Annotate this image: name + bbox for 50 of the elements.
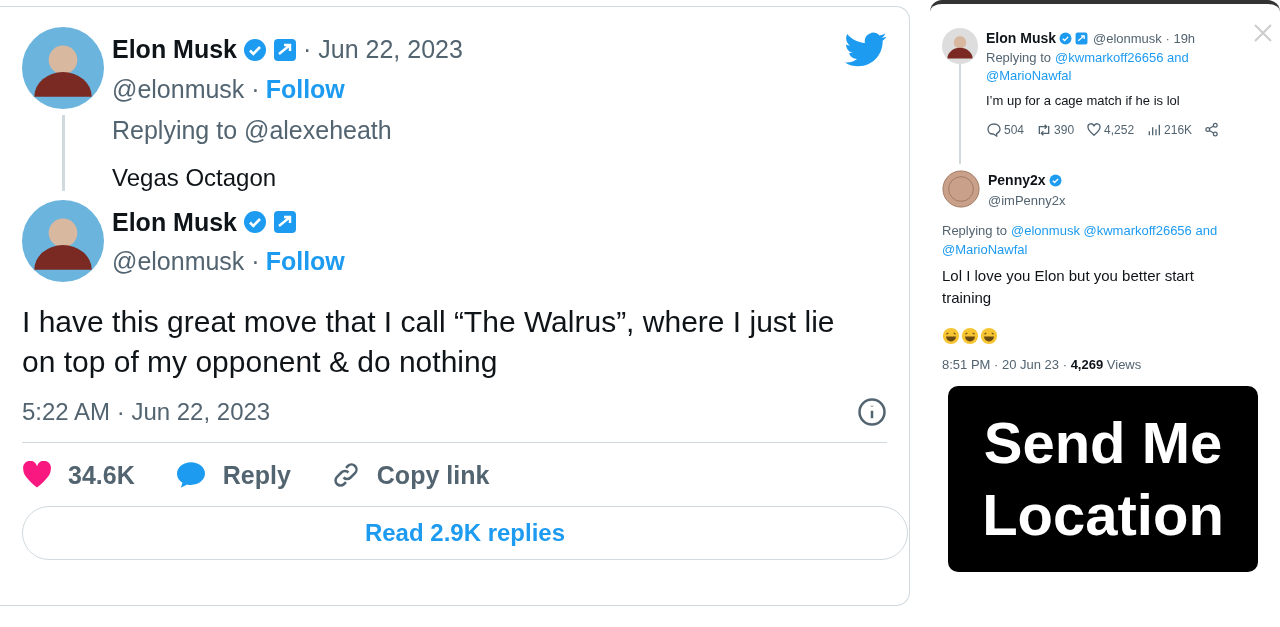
verified-badge-icon (243, 210, 267, 235)
author-name: Elon Musk (112, 206, 237, 238)
info-icon[interactable] (857, 396, 887, 427)
author-handle: @elonmusk · 19h (1093, 29, 1196, 48)
author-handle: @imPenny2x (988, 192, 1066, 210)
replying-to-text: Replying to (942, 221, 1008, 240)
action-button[interactable]: 34.6K (22, 456, 135, 494)
stat-button[interactable]: 390 (1036, 120, 1075, 139)
heart-icon (22, 461, 52, 490)
replying-to-text: Replying to @alexeheath (112, 115, 393, 146)
coin-avatar (942, 170, 980, 208)
stat-button[interactable]: 216K (1146, 120, 1193, 139)
speech-bubble-icon (174, 461, 207, 490)
tweet-text: I have this great move that I call “The Walrus”, where I just lie on top of my opponent & do nothing (22, 303, 836, 380)
laughing-emoji-icon (980, 326, 998, 345)
replying-to-text: Replying to (986, 49, 1052, 67)
tweet-timestamp: 5:22 AM · Jun 22, 2023 (22, 396, 271, 427)
comment-icon (986, 121, 1002, 138)
tweet-meta: 8:51 PM · 20 Jun 23 · 4,269 Views (942, 355, 1143, 374)
mention-link[interactable]: @kwmarkoff26656 and (1055, 49, 1189, 67)
laughing-emoji-icon (961, 326, 979, 345)
author-handle: @elonmusk · (112, 73, 260, 105)
affiliate-badge-icon (273, 37, 297, 62)
author-handle: @elonmusk · (112, 246, 260, 277)
tweet-text: Vegas Octagon (112, 162, 278, 193)
tweet-text: I’m up for a cage match if he is lol (986, 92, 1181, 110)
bird-logo-icon (845, 31, 887, 68)
tweet-text: Lol I love you Elon but you better start training (942, 265, 1195, 308)
mention-link[interactable]: @MarioNawfal (986, 67, 1072, 85)
author-name: Elon Musk (986, 29, 1056, 48)
author-name: Penny2x (988, 171, 1046, 190)
mention-link[interactable]: @elonmusk @kwmarkoff26656 and (1011, 220, 1218, 240)
affiliate-badge-icon (273, 210, 297, 235)
stat-button[interactable]: 4,252 (1086, 120, 1135, 139)
mention-link[interactable]: @MarioNawfal (942, 239, 1028, 259)
sticker-text: Location (982, 481, 1224, 549)
heart-icon (1086, 121, 1103, 138)
stat-button[interactable]: 504 (986, 120, 1025, 139)
verified-badge-icon (243, 37, 267, 62)
tweet-date: · Jun 22, 2023 (303, 34, 463, 65)
share-icon[interactable] (1204, 122, 1220, 137)
sticker-text: Send Me (983, 409, 1223, 477)
verified-badge-icon (1059, 32, 1072, 45)
action-button[interactable]: Copy link (330, 456, 490, 494)
laughing-emoji-icon (942, 326, 960, 345)
author-name: Elon Musk (112, 34, 237, 65)
verified-badge-icon (1048, 174, 1062, 187)
affiliate-badge-icon (1075, 32, 1088, 45)
avatar (942, 28, 978, 64)
action-button[interactable]: Reply (174, 456, 291, 494)
